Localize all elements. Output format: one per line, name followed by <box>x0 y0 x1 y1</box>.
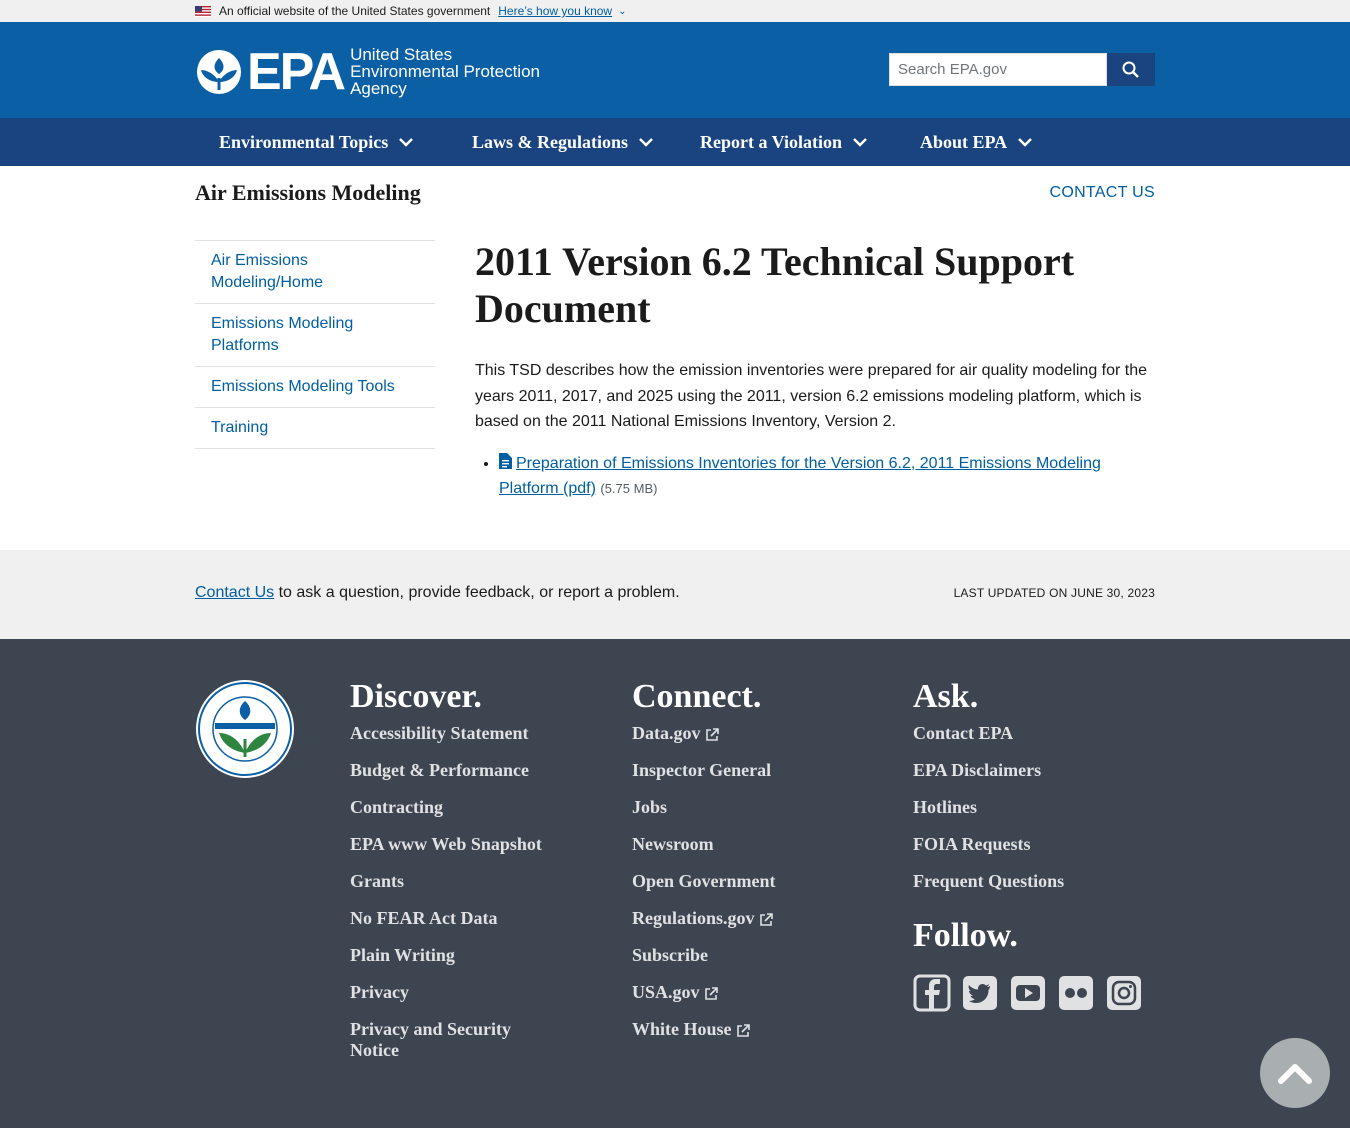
chevron-down-icon <box>1018 138 1033 147</box>
nav-about-epa[interactable]: About EPA <box>920 118 1033 166</box>
last-updated: LAST UPDATED ON JUNE 30, 2023 <box>953 586 1155 600</box>
youtube-icon[interactable] <box>1009 974 1047 1017</box>
external-link-icon <box>736 1024 750 1037</box>
heres-how-link[interactable]: Here’s how you know <box>498 4 612 18</box>
file-size: (5.75 MB) <box>600 480 658 496</box>
facebook-icon[interactable] <box>913 974 951 1017</box>
footer-link[interactable]: No FEAR Act Data <box>350 908 550 929</box>
instagram-icon[interactable] <box>1105 974 1143 1017</box>
agency-name: United States Environmental Protection A… <box>350 46 540 97</box>
page-title: 2011 Version 6.2 Technical Support Docum… <box>475 239 1075 331</box>
connect-heading: Connect. <box>632 678 762 715</box>
nav-label: About EPA <box>920 131 1008 152</box>
twitter-icon[interactable] <box>961 974 999 1017</box>
discover-column: Discover. Accessibility Statement Budget… <box>350 677 550 1077</box>
footer-link[interactable]: FOIA Requests <box>913 834 1153 855</box>
flickr-icon[interactable] <box>1057 974 1095 1017</box>
follow-heading: Follow. <box>913 917 1018 954</box>
epa-logo[interactable]: EPA United States Environmental Protecti… <box>195 42 540 101</box>
footer-link[interactable]: Plain Writing <box>350 945 550 966</box>
external-link-icon <box>704 987 718 1000</box>
footer-link[interactable]: Accessibility Statement <box>350 723 550 744</box>
contact-message: Contact Us to ask a question, provide fe… <box>195 584 680 602</box>
nav-label: Laws & Regulations <box>472 131 629 152</box>
agency-line-3: Agency <box>350 79 407 98</box>
footer-link[interactable]: Hotlines <box>913 797 1153 818</box>
site-header: EPA United States Environmental Protecti… <box>0 22 1350 118</box>
back-to-top-button[interactable] <box>1260 1038 1330 1108</box>
ask-heading: Ask. <box>913 678 979 715</box>
us-flag-icon <box>195 5 211 17</box>
side-nav: Air Emissions Modeling/Home Emissions Mo… <box>195 240 435 449</box>
footer-link[interactable]: Budget & Performance <box>350 760 550 781</box>
search-icon <box>1122 61 1139 78</box>
footer-link[interactable]: Open Government <box>632 871 776 892</box>
nav-environmental-topics[interactable]: Environmental Topics <box>219 118 414 166</box>
search-button[interactable] <box>1107 53 1155 86</box>
sidenav-item-platforms[interactable]: Emissions Modeling Platforms <box>195 304 435 367</box>
chevron-down-icon[interactable]: ⌄ <box>618 6 626 17</box>
sidenav-item-training[interactable]: Training <box>195 408 435 449</box>
nav-report-violation[interactable]: Report a Violation <box>700 118 868 166</box>
epa-flower-logo-icon <box>197 49 241 94</box>
intro-paragraph: This TSD describes how the emission inve… <box>475 362 1148 430</box>
footer-link[interactable]: Newsroom <box>632 834 776 855</box>
contact-us-link[interactable]: CONTACT US <box>1049 184 1155 202</box>
external-link-icon <box>705 728 719 741</box>
document-link[interactable]: Preparation of Emissions Inventories for… <box>499 455 1101 497</box>
main-nav: Environmental Topics Laws & Regulations … <box>0 118 1350 166</box>
footer-link-external[interactable]: White House <box>632 1019 776 1040</box>
document-list: Preparation of Emissions Inventories for… <box>499 451 1155 501</box>
nav-label: Report a Violation <box>700 131 842 152</box>
link-label: USA.gov <box>632 982 700 1002</box>
footer-link-external[interactable]: USA.gov <box>632 982 776 1003</box>
chevron-down-icon <box>853 138 867 147</box>
main-content: 2011 Version 6.2 Technical Support Docum… <box>475 238 1155 501</box>
link-label: Regulations.gov <box>632 908 755 928</box>
footer-link[interactable]: EPA Disclaimers <box>913 760 1153 781</box>
footer-link[interactable]: Contracting <box>350 797 550 818</box>
social-links <box>913 974 1153 1017</box>
footer-contact-us-link[interactable]: Contact Us <box>195 584 274 601</box>
footer-link[interactable]: Contact EPA <box>913 723 1153 744</box>
logo-text: EPA <box>247 42 346 101</box>
footer-link[interactable]: Grants <box>350 871 550 892</box>
sidenav-item-tools[interactable]: Emissions Modeling Tools <box>195 367 435 408</box>
footer-link-external[interactable]: Regulations.gov <box>632 908 776 929</box>
chevron-down-icon <box>399 138 414 147</box>
file-icon <box>499 452 512 469</box>
footer-link[interactable]: Inspector General <box>632 760 776 781</box>
microsite-title[interactable]: Air Emissions Modeling <box>195 180 421 205</box>
footer-link[interactable]: Jobs <box>632 797 776 818</box>
contact-bar: Contact Us to ask a question, provide fe… <box>0 550 1350 639</box>
gov-banner-text: An official website of the United States… <box>219 4 491 18</box>
nav-laws-regulations[interactable]: Laws & Regulations <box>472 118 654 166</box>
list-item: Preparation of Emissions Inventories for… <box>499 451 1155 501</box>
nav-label: Environmental Topics <box>219 131 389 152</box>
footer-link[interactable]: Privacy <box>350 982 550 1003</box>
search-form <box>889 53 1155 86</box>
footer-link[interactable]: Frequent Questions <box>913 871 1153 892</box>
link-label: Data.gov <box>632 723 701 743</box>
chevron-down-icon <box>639 138 653 147</box>
external-link-icon <box>759 913 773 926</box>
site-footer: Discover. Accessibility Statement Budget… <box>0 639 1350 1128</box>
footer-link[interactable]: EPA www Web Snapshot <box>350 834 550 855</box>
contact-message-text: to ask a question, provide feedback, or … <box>274 584 680 601</box>
sidenav-item-home[interactable]: Air Emissions Modeling/Home <box>195 241 435 304</box>
connect-column: Connect. Data.gov Inspector General Jobs… <box>632 677 776 1056</box>
microsite-header: Air Emissions Modeling CONTACT US <box>195 180 1155 210</box>
ask-column: Ask. Contact EPA EPA Disclaimers Hotline… <box>913 677 1153 1017</box>
epa-seal-icon <box>196 680 294 778</box>
search-input[interactable] <box>889 53 1107 86</box>
footer-link[interactable]: Privacy and Security Notice <box>350 1019 550 1061</box>
gov-banner: An official website of the United States… <box>0 0 1350 22</box>
discover-heading: Discover. <box>350 678 482 715</box>
footer-link[interactable]: Subscribe <box>632 945 776 966</box>
link-label: White House <box>632 1019 732 1039</box>
chevron-up-icon <box>1278 1064 1312 1084</box>
footer-link-external[interactable]: Data.gov <box>632 723 776 744</box>
